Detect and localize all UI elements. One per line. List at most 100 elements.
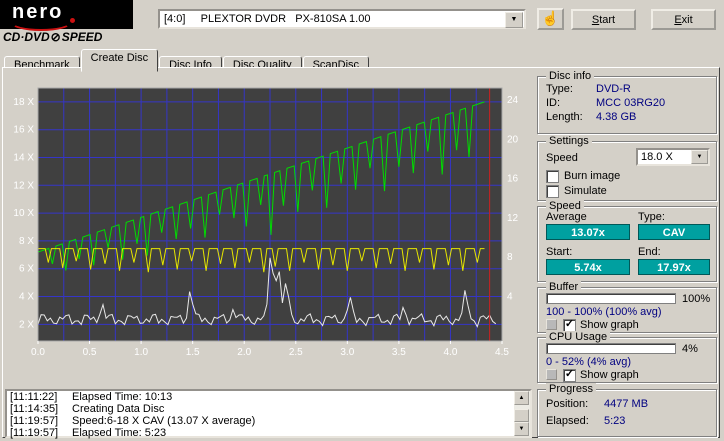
svg-text:8 X: 8 X [19, 236, 34, 247]
drive-select[interactable]: [4:0] PLEXTOR DVDR PX-810SA 1.00 ▼ [158, 9, 526, 29]
cpu-show-graph-label: Show graph [580, 369, 639, 381]
settings-title: Settings [546, 135, 592, 147]
svg-text:20: 20 [507, 134, 519, 145]
svg-text:12 X: 12 X [13, 180, 34, 191]
log-line: [11:11:22] Elapsed Time: 10:13 [10, 391, 173, 403]
svg-text:1.5: 1.5 [186, 347, 200, 358]
svg-text:0.5: 0.5 [83, 347, 97, 358]
start-speed-label: Start: [546, 246, 573, 258]
svg-text:1.0: 1.0 [134, 347, 148, 358]
svg-text:12: 12 [507, 213, 519, 224]
log-scrollbar[interactable]: ▲ ▼ [513, 391, 530, 436]
logo-sub-left: CD·DVD [3, 30, 50, 44]
start-button[interactable]: Start [571, 9, 636, 30]
average-value: 13.07x [546, 224, 630, 240]
type-value: CAV [638, 224, 710, 240]
svg-text:6 X: 6 X [19, 264, 34, 275]
svg-text:4.0: 4.0 [443, 347, 457, 358]
buffer-title: Buffer [546, 281, 582, 293]
cpu-percent: 4% [682, 343, 698, 355]
speed-select[interactable]: 18.0 X ▼ [636, 148, 710, 166]
end-speed-value: 17.97x [638, 259, 710, 275]
svg-text:14 X: 14 X [13, 153, 34, 164]
svg-text:16 X: 16 X [13, 125, 34, 136]
buffer-range-text: 100 - 100% (100% avg) [546, 306, 662, 318]
svg-text:2.5: 2.5 [289, 347, 303, 358]
type-label: Type: [638, 211, 665, 223]
log-line: [11:19:57] Elapsed Time: 5:23 [10, 427, 167, 439]
disc-length-value: 4.38 GB [596, 111, 637, 123]
progress-title: Progress [546, 383, 597, 395]
nero-cd-dvd-speed-window: { "colors": { "window_bg": "#d4d0c8", "a… [0, 0, 724, 441]
svg-text:3.0: 3.0 [340, 347, 354, 358]
cpu-usage-group: CPU Usage 4% 0 - 52% (4% avg) Show graph [537, 331, 717, 383]
cd-dvd-speed-logo: CD·DVD⊘SPEED [3, 30, 102, 44]
simulate-checkbox[interactable] [546, 185, 559, 198]
svg-text:8: 8 [507, 252, 513, 263]
end-speed-label: End: [638, 246, 661, 258]
disc-info-group: Disc info Type: DVD-R ID: MCC 03RG20 Len… [537, 70, 717, 134]
svg-text:2 X: 2 X [19, 319, 34, 330]
log-panel[interactable]: [11:11:22] Elapsed Time: 10:13 [11:14:35]… [5, 389, 532, 439]
svg-text:18 X: 18 X [13, 97, 34, 108]
drive-select-value: [4:0] PLEXTOR DVDR PX-810SA 1.00 [164, 13, 371, 25]
disc-id-value: MCC 03RG20 [596, 97, 666, 109]
cpu-graph-swatch [546, 369, 557, 380]
progress-group: Progress Position: 4477 MB Elapsed: 5:23 [537, 383, 717, 437]
speed-setting-label: Speed [546, 152, 578, 164]
speed-dropdown-arrow-icon[interactable]: ▼ [691, 150, 708, 164]
buffer-graph-swatch [546, 319, 557, 330]
svg-text:0.0: 0.0 [31, 347, 45, 358]
dropdown-arrow-icon[interactable]: ▼ [505, 12, 523, 28]
svg-text:4 X: 4 X [19, 292, 34, 303]
average-label: Average [546, 211, 587, 223]
write-speed-chart: 2 X 4 X 6 X 8 X 10 X 12 X 14 X 16 X 18 X 4 8 12 16 20… [13, 87, 519, 358]
cpu-range-text: 0 - 52% (4% avg) [546, 356, 631, 368]
hand-icon: ☝ [541, 10, 560, 26]
position-label: Position: [546, 398, 589, 410]
scroll-up-icon[interactable]: ▲ [514, 391, 529, 405]
disc-info-title: Disc info [546, 70, 595, 82]
svg-text:16: 16 [507, 174, 519, 185]
exit-button[interactable]: Exit [651, 9, 716, 30]
svg-text:24: 24 [507, 95, 519, 106]
log-line: [11:19:57] Speed:6-18 X CAV (13.07 X aver… [10, 415, 256, 427]
disc-type-value: DVD-R [596, 83, 631, 95]
elapsed-label: Elapsed: [546, 415, 589, 427]
svg-text:2.0: 2.0 [237, 347, 251, 358]
nero-logo-swoosh [10, 13, 72, 31]
settings-group: Settings Speed 18.0 X ▼ Burn image Simul… [537, 135, 717, 201]
cpu-show-graph-checkbox[interactable] [563, 369, 576, 382]
simulate-label: Simulate [564, 185, 607, 197]
speed-select-value: 18.0 X [641, 151, 673, 163]
scroll-down-icon[interactable]: ▼ [514, 422, 529, 436]
logo-sub-right: SPEED [61, 30, 103, 44]
tab-bar: BenchmarkCreate DiscDisc Info Disc Qualit… [4, 49, 370, 75]
speed-group: Speed Average Type: 13.07x CAV Start: En… [537, 200, 717, 282]
burn-image-checkbox[interactable] [546, 170, 559, 183]
scrollbar-thumb[interactable] [514, 409, 529, 422]
svg-text:3.5: 3.5 [392, 347, 406, 358]
cpu-usage-title: CPU Usage [546, 331, 611, 343]
position-value: 4477 MB [604, 398, 649, 410]
buffer-percent: 100% [682, 293, 711, 305]
hand-tool-button[interactable]: ☝ [537, 8, 564, 30]
disc-length-label: Length: [546, 111, 583, 123]
disc-type-label: Type: [546, 83, 573, 95]
cpu-progress-bar [546, 343, 676, 354]
svg-text:4.5: 4.5 [495, 347, 509, 358]
circle-slash-icon: ⊘ [50, 30, 61, 44]
svg-text:4: 4 [507, 292, 513, 303]
elapsed-value: 5:23 [604, 415, 626, 427]
tab-create-disc[interactable]: Create Disc [80, 49, 159, 72]
nero-logo-dot [70, 18, 75, 23]
start-speed-value: 5.74x [546, 259, 630, 275]
svg-text:10 X: 10 X [13, 208, 34, 219]
disc-id-label: ID: [546, 97, 561, 109]
burn-image-label: Burn image [564, 170, 621, 182]
buffer-group: Buffer 100% 100 - 100% (100% avg) Show g… [537, 281, 717, 333]
nero-logo: nero [0, 0, 133, 31]
buffer-progress-bar [546, 293, 676, 304]
buffer-show-graph-label: Show graph [580, 319, 639, 331]
log-line: [11:14:35] Creating Data Disc [10, 403, 165, 415]
